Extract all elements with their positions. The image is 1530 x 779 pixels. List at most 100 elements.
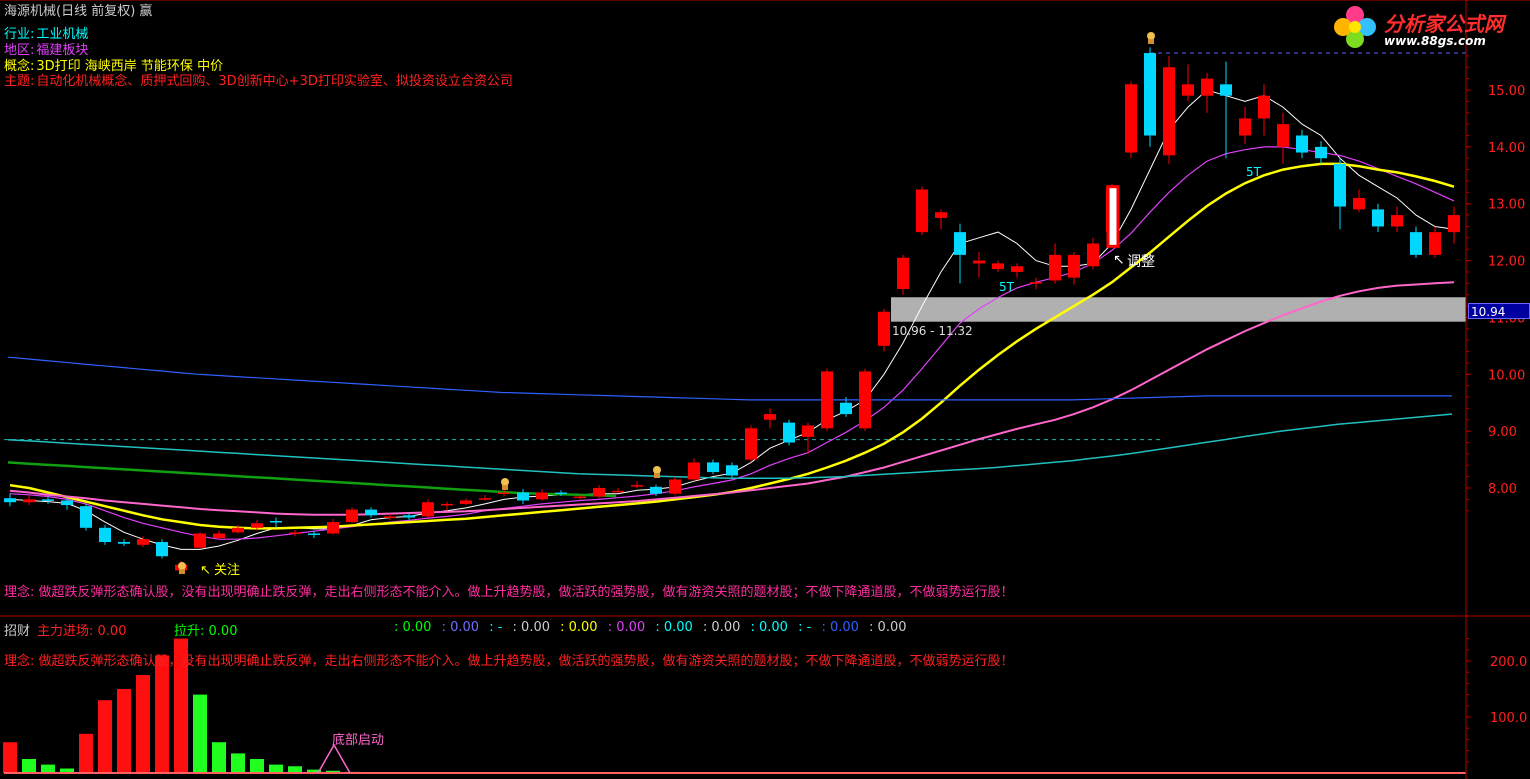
philosophy-sub: 理念: 做超跌反弹形态确认股，没有出现明确止跌反弹，走出右侧形态不能介入。做上升…: [4, 654, 1014, 669]
candle: [859, 368, 871, 432]
volume-bar: [155, 655, 169, 773]
theme-value: 自动化机械概念、质押式回购、3D创新中心+3D打印实验室、拟投资设立合资公司: [36, 74, 513, 89]
candle: [1125, 81, 1137, 159]
candle: [745, 425, 757, 463]
indicator-value-2: : -: [489, 620, 507, 635]
y-tick-label: 12.00: [1488, 255, 1525, 270]
candle-body: [308, 533, 320, 535]
candle-body: [916, 189, 928, 233]
site-logo[interactable]: 分析家公式网 www.88gs.com: [1332, 4, 1522, 52]
candle-body: [1315, 146, 1327, 159]
candle: [1087, 237, 1099, 270]
candle-body: [1448, 215, 1460, 233]
candle: [1220, 61, 1232, 159]
lift-label: 拉升:: [174, 624, 205, 639]
candle-body: [1163, 67, 1175, 156]
main-entry: 主力进场: 0.00: [37, 620, 126, 639]
hand-icon: [1147, 32, 1155, 40]
volume-bar: [250, 759, 264, 773]
candle: [764, 408, 776, 429]
candle-body: [897, 257, 909, 289]
candle-body: [1068, 254, 1080, 278]
volume-bar: [288, 766, 302, 773]
candle: [1011, 263, 1023, 278]
region-row: 地区: 福建板块: [4, 43, 88, 59]
hand-icon-base: [179, 569, 185, 574]
industry-label: 行业:: [4, 27, 35, 42]
candle-body: [954, 232, 966, 255]
candle-body: [821, 371, 833, 429]
candle-body: [1049, 254, 1061, 281]
indicator-value-5: : 0.00: [607, 620, 650, 635]
indicator-value-4: : 0.00: [560, 620, 602, 635]
ma-line-ma10: [9, 146, 1455, 540]
indicator-name[interactable]: 招财: [4, 620, 30, 639]
concept-value: 3D打印 海峡西岸 节能环保 中价: [36, 59, 224, 74]
candle: [897, 254, 909, 295]
hand-icon-base: [654, 473, 660, 478]
candle-body: [270, 520, 282, 523]
candle-body: [1144, 53, 1156, 136]
adjust-label: 调整: [1127, 254, 1155, 270]
candle-body: [840, 402, 852, 415]
candle-body: [669, 479, 681, 494]
candle-body: [1125, 84, 1137, 153]
indicator-values: : 0.00 : 0.00 : - : 0.00 : 0.00 : 0.00 :…: [394, 620, 913, 636]
current-price-tag: 10.94: [1468, 303, 1530, 319]
candle-body: [745, 428, 757, 460]
stock-title: 海源机械(日线 前复权) 赢: [4, 4, 153, 19]
candle: [422, 499, 434, 518]
candle: [973, 252, 985, 278]
volume-bar: [22, 759, 36, 773]
candle: [327, 519, 339, 535]
candle-body: [403, 515, 415, 518]
philosophy-main: 理念: 做超跌反弹形态确认股，没有出现明确止跌反弹，走出右侧形态不能介入。做上升…: [4, 585, 1014, 600]
candle-body: [859, 371, 871, 429]
candle-body: [878, 311, 890, 346]
candle-body: [1372, 209, 1384, 227]
candle: [1258, 84, 1270, 136]
volume-bar: [79, 733, 93, 773]
candle-body: [1258, 95, 1270, 119]
candle-body: [517, 492, 529, 501]
logo-title: 分析家公式网: [1384, 12, 1504, 36]
candle: [802, 422, 814, 454]
lift-value: 0.00: [208, 624, 238, 639]
candle-body: [156, 542, 168, 557]
candle: [1391, 206, 1403, 233]
candle: [612, 488, 624, 493]
theme-label: 主题:: [4, 74, 35, 89]
candle-body: [802, 425, 814, 437]
candle: [1144, 47, 1156, 147]
t-label-2: 5T: [1246, 165, 1261, 179]
logo-url: www.88gs.com: [1384, 34, 1486, 48]
candle-body: [935, 212, 947, 218]
sub-y-tick-label: 100.0: [1490, 711, 1527, 726]
hand-icon: [178, 562, 186, 570]
candle-body: [1429, 232, 1441, 255]
candle: [99, 524, 111, 545]
candle-body: [327, 522, 339, 534]
candle-body: [1182, 84, 1194, 96]
candle: [23, 494, 35, 506]
hand-icon-base: [502, 485, 508, 490]
candle: [783, 419, 795, 446]
concept-label: 概念:: [4, 59, 35, 74]
candle-body: [1353, 198, 1365, 210]
candle: [479, 494, 491, 501]
region-value: 福建板块: [36, 43, 89, 58]
candle: [80, 503, 92, 531]
indicator-value-9: : -: [798, 620, 816, 635]
theme-row: 主题: 自动化机械概念、质押式回购、3D创新中心+3D打印实验室、拟投资设立合资公…: [4, 74, 513, 90]
volume-bar: [269, 764, 283, 773]
volume-bar: [136, 675, 150, 773]
candle: [270, 517, 282, 528]
candle-body: [251, 523, 263, 528]
candle: [232, 524, 244, 534]
bottom-start-marker: [317, 743, 351, 774]
indicator-value-11: : 0.00: [869, 620, 907, 635]
candle-body: [384, 516, 396, 518]
candle: [688, 458, 700, 482]
hand-icon-base: [1148, 39, 1154, 44]
candle-body: [650, 486, 662, 494]
